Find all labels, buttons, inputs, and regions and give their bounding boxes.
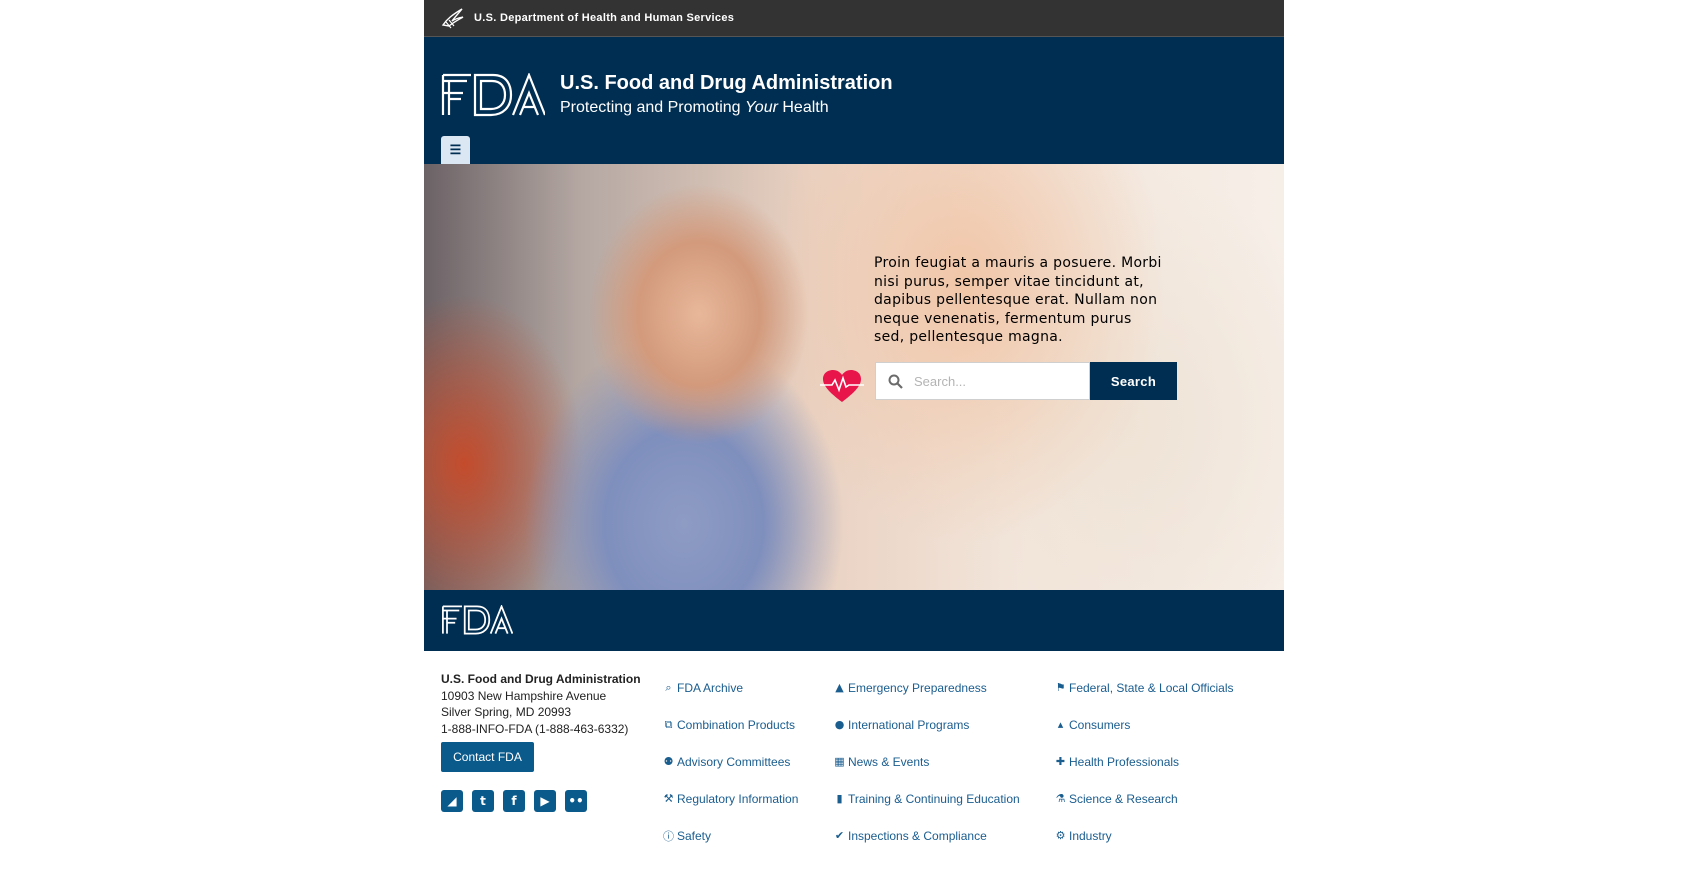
link-label: Combination Products bbox=[677, 717, 796, 732]
link-label: Consumers bbox=[1069, 717, 1131, 732]
search-field bbox=[875, 362, 1090, 400]
link-label: Federal, State & Local Officials bbox=[1069, 680, 1234, 695]
link-icon: ⧉ bbox=[664, 717, 673, 731]
footer-link[interactable]: ⚑ Federal, State & Local Officials bbox=[1054, 669, 1234, 706]
link-icon: ✚ bbox=[1055, 755, 1066, 768]
footer-links-col3: ⚑ Federal, State & Local Officials ▴ Consum… bbox=[1054, 669, 1234, 854]
phone: 1-888-INFO-FDA (1-888-463-6332) bbox=[441, 721, 629, 736]
link-icon: ⚙ bbox=[1055, 829, 1066, 842]
footer-link[interactable]: ⧉ Combination Products bbox=[662, 706, 798, 743]
footer-links-col2: ▲ Emergency Preparedness ● International Pr… bbox=[833, 669, 1020, 854]
link-icon: ▴ bbox=[1057, 718, 1064, 731]
footer-band bbox=[424, 590, 1284, 651]
address-line-2: Silver Spring, MD 20993 bbox=[441, 705, 572, 719]
footer-link[interactable]: ⚙ Industry bbox=[1054, 817, 1234, 854]
footer-link[interactable]: ✔ Inspections & Compliance bbox=[833, 817, 1020, 854]
flickr-icon[interactable]: •• bbox=[565, 790, 587, 812]
link-label: Inspections & Compliance bbox=[848, 828, 987, 843]
youtube-icon[interactable]: ▶ bbox=[534, 790, 556, 812]
search-button[interactable]: Search bbox=[1090, 362, 1177, 400]
link-icon: ▮ bbox=[836, 792, 843, 805]
link-icon: ⓘ bbox=[663, 829, 674, 843]
footer-link[interactable]: ⓘ Safety bbox=[662, 817, 798, 854]
link-label: Regulatory Information bbox=[677, 791, 799, 806]
site-header: U.S. Food and Drug Administration Protec… bbox=[424, 37, 1284, 164]
tagline-pre: Protecting and Promoting bbox=[560, 99, 745, 116]
link-icon: ⚉ bbox=[663, 755, 674, 768]
site-title: U.S. Food and Drug Administration bbox=[560, 72, 893, 94]
rss-icon[interactable]: ◢ bbox=[441, 790, 463, 812]
hero-text: Proin feugiat a mauris a posuere. Morbi … bbox=[874, 255, 1162, 345]
link-icon: ⚒ bbox=[663, 792, 674, 805]
address-line-1: 10903 New Hampshire Avenue bbox=[441, 688, 607, 703]
footer-link[interactable]: ▦ News & Events bbox=[833, 743, 1020, 780]
hhs-eagle-icon[interactable] bbox=[440, 5, 466, 31]
heart-pulse-icon bbox=[820, 370, 864, 402]
facebook-icon[interactable]: f bbox=[503, 790, 525, 812]
search-input[interactable] bbox=[914, 363, 1086, 399]
link-label: News & Events bbox=[848, 754, 930, 769]
hero-banner: Proin feugiat a mauris a posuere. Morbi … bbox=[424, 164, 1284, 590]
link-label: Emergency Preparedness bbox=[848, 680, 987, 695]
hhs-label[interactable]: U.S. Department of Health and Human Serv… bbox=[474, 12, 734, 24]
menu-button[interactable]: ☰ bbox=[441, 136, 470, 164]
search-icon bbox=[888, 374, 903, 389]
menu-icon: ☰ bbox=[449, 142, 462, 157]
link-label: Science & Research bbox=[1069, 791, 1178, 806]
link-icon: ▦ bbox=[834, 755, 845, 768]
link-icon: ● bbox=[834, 718, 845, 731]
footer: U.S. Food and Drug Administration 10903 … bbox=[424, 651, 1284, 884]
social-links: ◢ t f ▶ •• bbox=[441, 790, 587, 812]
link-label: Industry bbox=[1069, 828, 1112, 843]
fda-logo[interactable] bbox=[441, 73, 545, 117]
footer-link[interactable]: ▮ Training & Continuing Education bbox=[833, 780, 1020, 817]
link-icon: ✔ bbox=[834, 829, 845, 842]
link-label: Advisory Committees bbox=[677, 754, 791, 769]
footer-link[interactable]: ⚗ Science & Research bbox=[1054, 780, 1234, 817]
link-label: FDA Archive bbox=[677, 680, 744, 695]
hhs-bar: U.S. Department of Health and Human Serv… bbox=[424, 0, 1284, 37]
link-label: International Programs bbox=[848, 717, 970, 732]
footer-links-col1: ⌕ FDA Archive ⧉ Combination Products ⚉ Adviso… bbox=[662, 669, 798, 854]
tagline-emphasis: Your bbox=[745, 99, 778, 116]
contact-fda-button[interactable]: Contact FDA bbox=[441, 742, 534, 772]
site-tagline: Protecting and Promoting Your Health bbox=[560, 99, 829, 117]
footer-link[interactable]: ▴ Consumers bbox=[1054, 706, 1234, 743]
search-bar: Search bbox=[875, 362, 1177, 400]
footer-link[interactable]: ● International Programs bbox=[833, 706, 1020, 743]
link-icon: ▲ bbox=[835, 681, 844, 694]
org-info: U.S. Food and Drug Administration 10903 … bbox=[441, 671, 641, 737]
footer-link[interactable]: ⚒ Regulatory Information bbox=[662, 780, 799, 817]
footer-fda-logo[interactable] bbox=[441, 605, 513, 635]
tagline-post: Health bbox=[777, 99, 829, 116]
footer-link[interactable]: ⚉ Advisory Committees bbox=[662, 743, 798, 780]
link-label: Health Professionals bbox=[1069, 754, 1180, 769]
link-label: Training & Continuing Education bbox=[848, 791, 1020, 806]
link-icon: ⚑ bbox=[1055, 681, 1066, 694]
footer-link[interactable]: ✚ Health Professionals bbox=[1054, 743, 1234, 780]
footer-link[interactable]: ⌕ FDA Archive bbox=[662, 669, 798, 706]
footer-link[interactable]: ▲ Emergency Preparedness bbox=[833, 669, 1020, 706]
link-icon: ⚗ bbox=[1055, 792, 1066, 805]
link-label: Safety bbox=[677, 828, 712, 843]
link-icon: ⌕ bbox=[665, 680, 672, 694]
org-name: U.S. Food and Drug Administration bbox=[441, 672, 641, 686]
twitter-icon[interactable]: t bbox=[472, 790, 494, 812]
page: U.S. Department of Health and Human Serv… bbox=[424, 0, 1284, 884]
